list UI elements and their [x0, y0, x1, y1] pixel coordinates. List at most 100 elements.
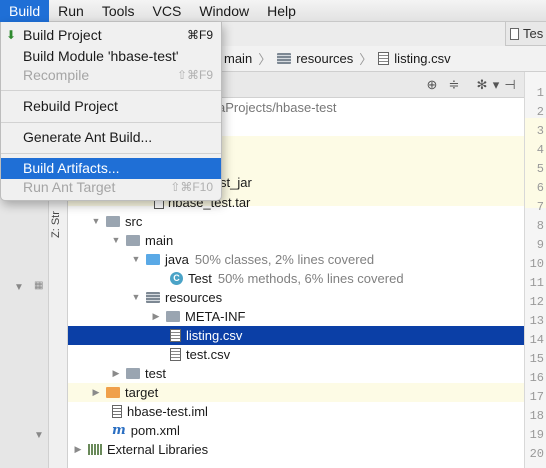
editor-tab-label: Tes: [523, 26, 544, 41]
tree-node-label: src: [125, 214, 143, 229]
menu-item-build-artifacts[interactable]: Build Artifacts...: [1, 158, 221, 179]
class-icon: C: [170, 272, 183, 285]
menu-item-label: Build Project: [23, 27, 102, 43]
tree-node-meta-inf[interactable]: ▶ META-INF: [68, 307, 524, 326]
menu-item-recompile[interactable]: Recompile ⇧⌘F9: [1, 65, 221, 86]
folder-icon: [166, 311, 180, 322]
source-folder-icon: [146, 254, 160, 265]
locate-icon[interactable]: ⊕: [424, 77, 440, 93]
menu-bar: Build Run Tools VCS Window Help: [0, 0, 546, 22]
expand-arrow-icon[interactable]: ▼: [110, 231, 122, 250]
tree-node-label: java: [165, 252, 189, 267]
menu-item-label: Rebuild Project: [23, 98, 118, 114]
collapse-all-icon[interactable]: ≑: [446, 77, 462, 93]
menu-item-rebuild-project[interactable]: Rebuild Project: [1, 96, 221, 117]
tree-node-external-libraries[interactable]: ▶ External Libraries: [68, 440, 524, 459]
line-number: 18: [529, 409, 544, 423]
tree-node-test-class[interactable]: C Test 50% methods, 6% lines covered: [68, 269, 524, 288]
chevron-right-icon: 〉: [258, 52, 272, 67]
tree-node-main[interactable]: ▼ main: [68, 231, 524, 250]
line-number: 12: [529, 295, 544, 309]
tree-node-src[interactable]: ▼ src: [68, 212, 524, 231]
build-icon: ⬇: [6, 28, 17, 42]
tree-node-test-dir[interactable]: ▶ test: [68, 364, 524, 383]
breadcrumb-main-label: main: [224, 51, 253, 66]
hide-panel-icon[interactable]: ⊣: [502, 77, 518, 93]
menu-item-run-ant-target[interactable]: Run Ant Target ⇧⌘F10: [1, 177, 221, 198]
line-number: 14: [529, 333, 544, 347]
tree-node-label: META-INF: [185, 309, 246, 324]
menu-separator: [1, 153, 221, 154]
menu-build[interactable]: Build: [0, 0, 50, 22]
menu-item-label: Build Module 'hbase-test': [23, 48, 179, 64]
line-number: 19: [529, 428, 544, 442]
tree-node-resources[interactable]: ▼ resources: [68, 288, 524, 307]
coverage-label: 50% methods, 6% lines covered: [217, 271, 404, 286]
collapse-arrow-icon[interactable]: ▶: [150, 307, 162, 326]
editor-tab[interactable]: Tes: [505, 22, 546, 46]
expand-arrow-icon[interactable]: ▼: [130, 288, 142, 307]
tree-node-java[interactable]: ▼ java 50% classes, 2% lines covered: [68, 250, 524, 269]
line-number: 4: [536, 143, 544, 157]
menu-tools[interactable]: Tools: [93, 0, 144, 22]
breadcrumb-resources-label: resources: [296, 51, 354, 66]
shortcut-label: ⇧⌘F10: [170, 180, 213, 194]
line-number: 9: [536, 238, 544, 252]
menu-window[interactable]: Window: [190, 0, 258, 22]
structure-tool-button[interactable]: Z: Str: [50, 195, 64, 255]
menu-item-generate-ant-build[interactable]: Generate Ant Build...: [1, 127, 221, 148]
line-number-gutter: 1 2 3 4 5 6 7 8 9 10 11 12 13 14 15 16 1…: [524, 72, 546, 468]
artifact-label: st_jar: [220, 175, 252, 190]
collapse-arrow-icon[interactable]: ▶: [90, 383, 102, 402]
tree-node-label: test: [145, 366, 166, 381]
menu-item-build-module[interactable]: Build Module 'hbase-test': [1, 46, 221, 67]
folder-icon: [106, 216, 120, 227]
tree-node-label: test.csv: [186, 347, 231, 362]
breadcrumb-main[interactable]: main 〉: [224, 49, 271, 68]
menu-item-build-project[interactable]: ⬇ Build Project ⌘F9: [1, 25, 221, 46]
tree-node-iml[interactable]: hbase-test.iml: [68, 402, 524, 421]
coverage-label: 50% classes, 2% lines covered: [194, 252, 375, 267]
line-number: 13: [529, 314, 544, 328]
excluded-folder-icon: [106, 387, 120, 398]
menu-run[interactable]: Run: [49, 0, 93, 22]
menu-item-label: Run Ant Target: [23, 179, 116, 195]
tree-node-label: External Libraries: [107, 442, 209, 457]
tree-node-test-csv[interactable]: test.csv: [68, 345, 524, 364]
tree-node-label: main: [145, 233, 174, 248]
tree-node-pom[interactable]: m pom.xml: [68, 421, 524, 440]
module-file-icon: [112, 405, 122, 418]
menu-separator: [1, 122, 221, 123]
line-number: 6: [536, 181, 544, 195]
line-number: 5: [536, 162, 544, 176]
line-number: 17: [529, 390, 544, 404]
tree-node-listing-csv[interactable]: listing.csv: [68, 326, 524, 345]
resources-folder-icon: [146, 292, 160, 303]
menu-vcs[interactable]: VCS: [144, 0, 191, 22]
expand-arrow-icon[interactable]: ▼: [90, 212, 102, 231]
collapse-arrow-icon: ▼: [34, 430, 44, 441]
library-icon: [88, 444, 102, 455]
tree-node-label: resources: [165, 290, 223, 305]
tree-node-label: pom.xml: [130, 423, 180, 438]
menu-help[interactable]: Help: [258, 0, 305, 22]
collapse-arrow-icon[interactable]: ▶: [72, 440, 84, 459]
line-number: 10: [529, 257, 544, 271]
tree-node-label: listing.csv: [186, 328, 243, 343]
breadcrumb-resources[interactable]: resources 〉: [277, 49, 372, 68]
breadcrumb-listing[interactable]: listing.csv: [378, 51, 451, 66]
tree-node-label: hbase-test.iml: [127, 404, 208, 419]
line-number: 1: [536, 86, 544, 100]
expand-arrow-icon[interactable]: ▼: [130, 250, 142, 269]
menu-item-label: Recompile: [23, 67, 90, 83]
tree-node-target[interactable]: ▶ target: [68, 383, 524, 402]
line-number: 7: [536, 200, 544, 214]
folder-icon: [126, 368, 140, 379]
menu-item-label: Generate Ant Build...: [23, 129, 153, 145]
line-number: 3: [536, 124, 544, 138]
menu-item-label: Build Artifacts...: [23, 160, 120, 176]
collapse-arrow-icon[interactable]: ▶: [110, 364, 122, 383]
collapse-arrow-icon: ▼: [14, 282, 24, 293]
line-number: 11: [529, 276, 544, 290]
tree-node-label: Test: [188, 271, 212, 286]
